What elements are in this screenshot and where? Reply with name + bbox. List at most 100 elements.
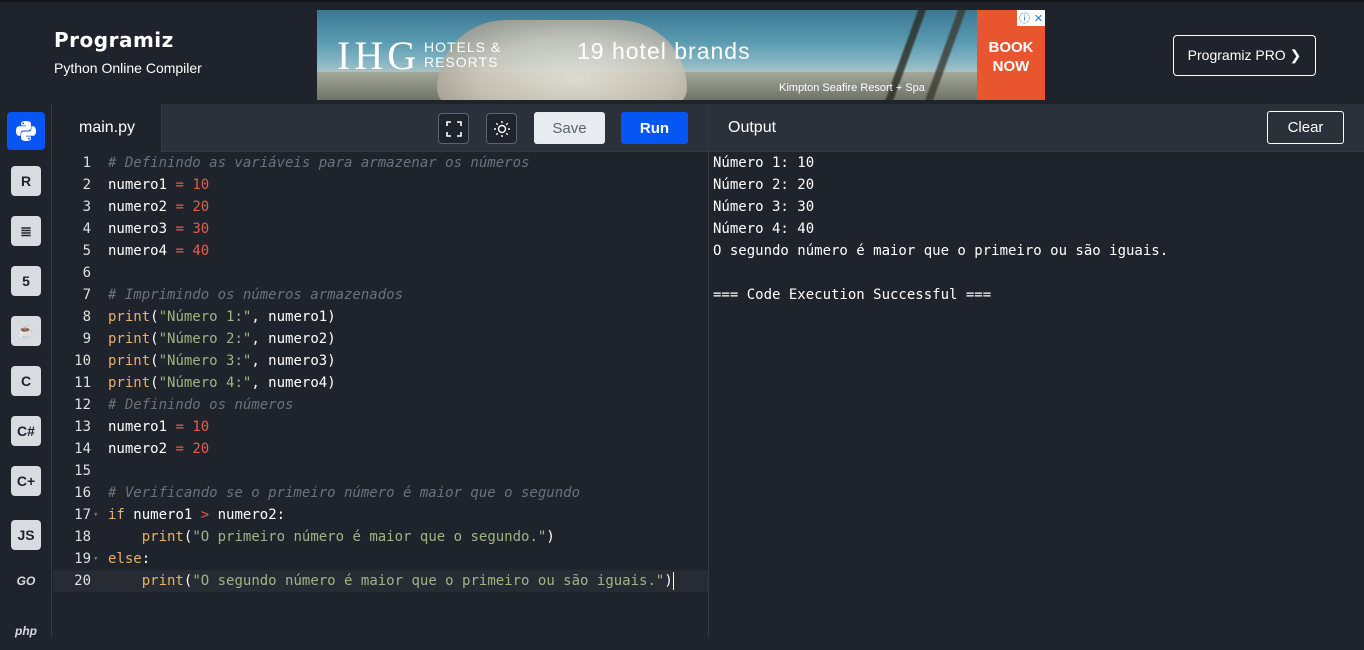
output-line: Número 3: 30 (713, 199, 815, 215)
code-line[interactable]: 6 (53, 262, 708, 284)
sql-database-icon[interactable]: ≣ (7, 212, 45, 250)
tab-main-py[interactable]: main.py (53, 104, 162, 152)
ad-banner[interactable]: IHG HOTELS & RESORTS 19 hotel brands Kim… (317, 10, 1045, 100)
code-line[interactable]: 7 # Imprimindo os números armazenados (53, 284, 708, 306)
code-string: "Número 4:" (158, 375, 252, 391)
language-sidebar: R ≣ 5 ☕ C C# C+ JS GO php (0, 104, 52, 638)
code-line[interactable]: 9 print("Número 2:", numero2) (53, 328, 708, 350)
line-number: 2 (82, 177, 91, 193)
code-comment: # Verificando se o primeiro número é mai… (108, 485, 581, 501)
csharp-icon-label: C# (11, 416, 41, 446)
code-number: 10 (192, 419, 210, 435)
ad-choices[interactable]: ⓘ ✕ (1017, 10, 1045, 26)
clear-button[interactable]: Clear (1267, 111, 1344, 144)
code-line[interactable]: 19 ▾ else: (53, 548, 708, 570)
code-line[interactable]: 14 numero2 = 20 (53, 438, 708, 460)
brand[interactable]: Programiz Python Online Compiler (54, 28, 202, 76)
php-icon-label: php (15, 624, 37, 638)
header: Programiz Python Online Compiler IHG HOT… (0, 0, 1364, 104)
code-line[interactable]: 3 numero2 = 20 (53, 196, 708, 218)
code-line[interactable]: 13 numero1 = 10 (53, 416, 708, 438)
expand-icon (445, 120, 462, 137)
text-cursor (672, 572, 674, 590)
code-line[interactable]: 4 numero3 = 30 (53, 218, 708, 240)
code-line[interactable]: 12 # Definindo os números (53, 394, 708, 416)
cpp-icon[interactable]: C+ (7, 462, 45, 500)
javascript-icon[interactable]: JS (7, 516, 45, 554)
code-number: 20 (192, 441, 210, 457)
programiz-pro-button[interactable]: Programiz PRO ❯ (1173, 35, 1316, 76)
ad-info-icon[interactable]: ⓘ (1019, 10, 1030, 26)
code-string: "O segundo número é maior que o primeiro… (192, 573, 665, 589)
programiz-logo[interactable]: Programiz (54, 28, 202, 52)
page-subtitle: Python Online Compiler (54, 60, 202, 76)
output-console[interactable]: Número 1: 10 Número 2: 20 Número 3: 30 N… (713, 152, 1168, 306)
code-string: "Número 2:" (158, 331, 252, 347)
code-line[interactable]: 16 # Verificando se o primeiro número é … (53, 482, 708, 504)
r-language-icon[interactable]: R (7, 162, 45, 200)
line-number: 19 (74, 551, 91, 567)
code-identifier: numero2 (268, 331, 328, 347)
csharp-icon[interactable]: C# (7, 412, 45, 450)
code-line[interactable]: 1 # Definindo as variáveis para armazena… (53, 152, 708, 174)
code-line[interactable]: 2 numero1 = 10 (53, 174, 708, 196)
code-line[interactable]: 11 print("Número 4:", numero4) (53, 372, 708, 394)
code-identifier: numero1 (268, 309, 328, 325)
line-number: 3 (82, 199, 91, 215)
output-line-status: === Code Execution Successful === (713, 287, 992, 303)
code-area[interactable]: 1 # Definindo as variáveis para armazena… (53, 152, 708, 638)
code-line[interactable]: 10 print("Número 3:", numero3) (53, 350, 708, 372)
output-line: Número 2: 20 (713, 177, 815, 193)
line-number: 5 (82, 243, 91, 259)
js-icon-label: JS (11, 520, 41, 550)
code-line[interactable]: 17 ▾ if numero1 > numero2: (53, 504, 708, 526)
code-line[interactable]: 18 print("O primeiro número é maior que … (53, 526, 708, 548)
code-string: "O primeiro número é maior que o segundo… (192, 529, 547, 545)
sun-icon (493, 120, 510, 137)
output-toolbar: Output Clear (709, 104, 1364, 152)
line-number: 20 (74, 573, 91, 589)
php-icon[interactable]: php (7, 612, 45, 650)
code-number: 40 (192, 243, 210, 259)
go-icon[interactable]: GO (7, 562, 45, 600)
python-icon[interactable] (7, 112, 45, 150)
html5-icon[interactable]: 5 (7, 262, 45, 300)
code-line-current[interactable]: 20 print("O segundo número é maior que o… (53, 570, 708, 592)
ad-caption: Kimpton Seafire Resort + Spa (779, 82, 925, 94)
c-language-icon[interactable]: C (7, 362, 45, 400)
line-number: 10 (74, 353, 91, 369)
theme-toggle-icon[interactable] (486, 113, 517, 144)
editor-toolbar: main.py Save Run (53, 104, 708, 152)
code-identifier: numero3 (108, 221, 168, 237)
java-icon[interactable]: ☕ (7, 312, 45, 350)
fold-arrow-icon[interactable]: ▾ (91, 510, 108, 520)
fullscreen-icon[interactable] (438, 113, 469, 144)
sql-icon-label: ≣ (11, 216, 41, 246)
code-line[interactable]: 15 (53, 460, 708, 482)
code-identifier: numero1 (108, 177, 168, 193)
code-string: "Número 3:" (158, 353, 252, 369)
ad-cta-line-2: NOW (992, 58, 1030, 75)
line-number: 1 (82, 155, 91, 171)
c-icon-label: C (11, 366, 41, 396)
save-button[interactable]: Save (534, 112, 605, 144)
output-line: Número 4: 40 (713, 221, 815, 237)
code-identifier: numero2 (217, 507, 277, 523)
run-button[interactable]: Run (621, 112, 688, 144)
code-identifier: numero4 (108, 243, 168, 259)
output-panel: Output Clear Número 1: 10 Número 2: 20 N… (708, 104, 1364, 638)
line-number: 6 (82, 265, 91, 281)
ad-headline: 19 hotel brands (577, 38, 751, 64)
ad-brand-sub-line-1: HOTELS & (424, 39, 502, 55)
code-identifier: numero1 (133, 507, 193, 523)
line-number: 13 (74, 419, 91, 435)
line-number: 8 (82, 309, 91, 325)
code-line[interactable]: 8 print("Número 1:", numero1) (53, 306, 708, 328)
fold-arrow-icon[interactable]: ▾ (91, 554, 108, 564)
ad-close-icon[interactable]: ✕ (1034, 12, 1043, 25)
code-identifier: numero4 (268, 375, 328, 391)
code-number: 10 (192, 177, 210, 193)
code-number: 30 (192, 221, 210, 237)
code-line[interactable]: 5 numero4 = 40 (53, 240, 708, 262)
output-title: Output (728, 119, 777, 136)
